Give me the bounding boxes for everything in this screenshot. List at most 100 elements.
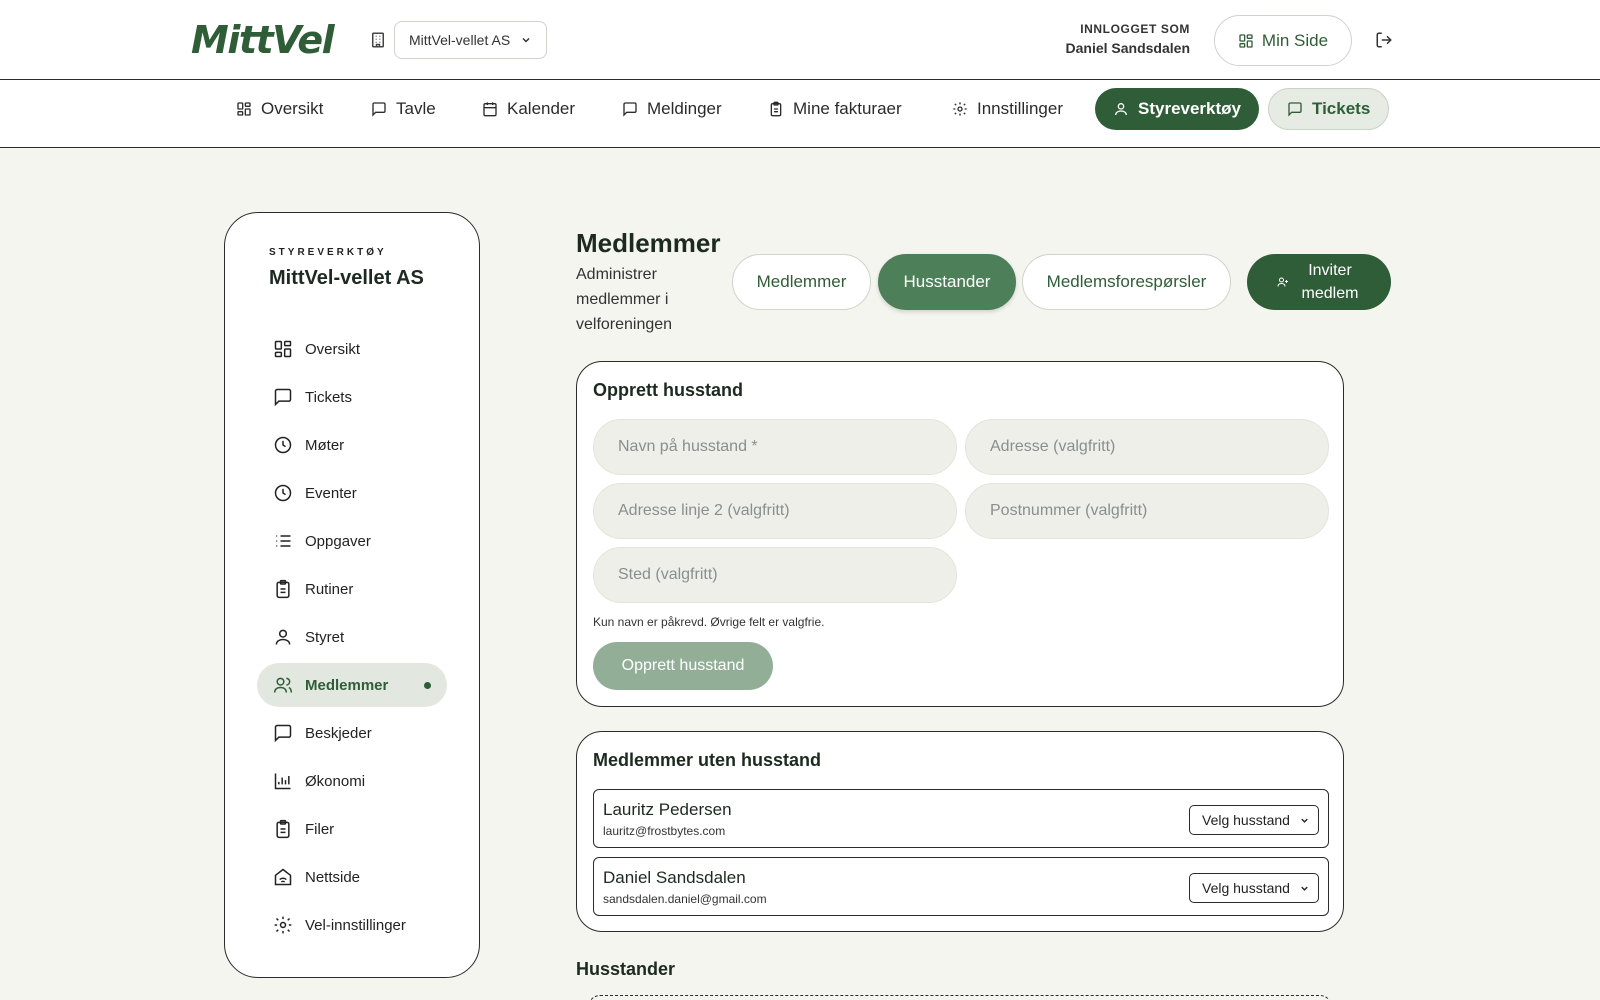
sidebar-item-oppgaver[interactable]: Oppgaver (257, 519, 447, 563)
grid-icon (273, 339, 293, 359)
nav-item-innstillinger[interactable]: Innstillinger (934, 88, 1081, 130)
nav-item-meldinger[interactable]: Meldinger (604, 88, 740, 130)
page-title: Medlemmer (576, 228, 721, 258)
building-icon (369, 31, 387, 49)
nav-item-mine-fakturaer[interactable]: Mine fakturaer (750, 88, 920, 130)
logout-icon[interactable] (1375, 31, 1393, 49)
tab-medlemmer[interactable]: Medlemmer (732, 254, 871, 310)
member-email: sandsdalen.daniel@gmail.com (603, 892, 767, 906)
min-side-button[interactable]: Min Side (1214, 15, 1352, 66)
household-select[interactable]: Velg husstand (1189, 805, 1319, 835)
postal-code-input[interactable] (965, 483, 1329, 539)
tab-husstander[interactable]: Husstander (878, 254, 1016, 310)
chat-icon (273, 723, 293, 743)
organization-select-value: MittVel-vellet AS (409, 32, 511, 48)
tab-label: Medlemsforespørsler (1046, 272, 1207, 291)
sidebar-item-vel-innstillinger[interactable]: Vel-innstillinger (257, 903, 447, 947)
list-item: Lauritz Pedersen lauritz@frostbytes.com … (593, 789, 1329, 848)
sidebar-item-medlemmer[interactable]: Medlemmer (257, 663, 447, 707)
grid-icon (236, 101, 252, 117)
clock-icon (273, 483, 293, 503)
member-name: Daniel Sandsdalen (603, 868, 746, 887)
main-navigation: Oversikt Tavle Kalender Meldinger Mine f… (0, 80, 1600, 148)
grid-icon (1238, 33, 1254, 49)
gear-icon (273, 915, 293, 935)
sidebar-item-label: Oversikt (305, 340, 361, 358)
user-icon (1113, 101, 1129, 117)
sidebar-item-label: Møter (305, 436, 345, 454)
create-household-title: Opprett husstand (593, 380, 744, 400)
sidebar-item-label: Medlemmer (305, 676, 389, 694)
logged-in-label: INNLOGGET SOM (1080, 22, 1190, 36)
sidebar-item-eventer[interactable]: Eventer (257, 471, 447, 515)
nav-item-label: Oversikt (261, 99, 324, 118)
clock-icon (273, 435, 293, 455)
invite-member-button[interactable]: Inviter medlem (1247, 254, 1391, 310)
gear-icon (952, 101, 968, 117)
nav-item-label: Tickets (1312, 99, 1371, 118)
sidebar-item-rutiner[interactable]: Rutiner (257, 567, 447, 611)
address-input[interactable] (965, 419, 1329, 475)
nav-item-styreverktoy[interactable]: Styreverktøy (1095, 88, 1260, 130)
page-subtitle: Administrer medlemmer i velforeningen (576, 266, 673, 333)
tab-medlemsforesporsler[interactable]: Medlemsforespørsler (1022, 254, 1231, 310)
tab-label: Husstander (903, 272, 991, 291)
nav-item-label: Meldinger (647, 99, 722, 118)
sidebar-title: MittVel-vellet AS (269, 267, 424, 289)
sidebar-item-label: Tickets (305, 388, 352, 406)
min-side-label: Min Side (1261, 30, 1329, 50)
sidebar-item-label: Filer (305, 820, 335, 838)
home-wifi-icon (273, 867, 293, 887)
user-icon (273, 627, 293, 647)
nav-item-label: Kalender (507, 99, 576, 118)
organization-select[interactable]: MittVel-vellet AS (394, 21, 547, 59)
nav-item-tavle[interactable]: Tavle (353, 88, 454, 130)
nav-item-label: Innstillinger (977, 99, 1063, 118)
city-input[interactable] (593, 547, 957, 603)
household-select[interactable]: Velg husstand (1189, 873, 1319, 903)
members-without-household-title: Medlemmer uten husstand (593, 750, 822, 770)
chat-icon (273, 387, 293, 407)
clipboard-icon (273, 579, 293, 599)
logo[interactable]: MittVel (191, 18, 335, 62)
create-household-card: Opprett husstand Kun navn er påkrevd. Øv… (576, 361, 1344, 707)
households-list-placeholder (588, 995, 1332, 1000)
sidebar-item-label: Økonomi (305, 772, 366, 790)
members-without-household-card: Medlemmer uten husstand Lauritz Pedersen… (576, 731, 1344, 932)
sidebar-item-label: Nettside (305, 868, 361, 886)
chevron-down-icon (520, 34, 532, 46)
sidebar-item-oversikt[interactable]: Oversikt (257, 327, 447, 371)
household-select-value: Velg husstand (1202, 812, 1290, 828)
sidebar-item-label: Eventer (305, 484, 357, 502)
sidebar-item-tickets[interactable]: Tickets (257, 375, 447, 419)
sidebar-item-label: Beskjeder (305, 724, 372, 742)
clipboard-icon (273, 819, 293, 839)
sidebar-item-styret[interactable]: Styret (257, 615, 447, 659)
nav-item-label: Mine fakturaer (793, 99, 902, 118)
bar-chart-icon (273, 771, 293, 791)
sidebar-item-moter[interactable]: Møter (257, 423, 447, 467)
sidebar-item-label: Rutiner (305, 580, 354, 598)
sidebar-item-label: Vel-innstillinger (305, 916, 406, 934)
user-plus-icon (1277, 276, 1289, 288)
nav-item-tickets[interactable]: Tickets (1268, 88, 1390, 130)
nav-item-label: Styreverktøy (1138, 99, 1242, 118)
sidebar-item-okonomi[interactable]: Økonomi (257, 759, 447, 803)
list-item: Daniel Sandsdalen sandsdalen.daniel@gmai… (593, 857, 1329, 916)
sidebar-item-filer[interactable]: Filer (257, 807, 447, 851)
member-email: lauritz@frostbytes.com (603, 824, 726, 838)
address-line2-input[interactable] (593, 483, 957, 539)
list-icon (273, 531, 293, 551)
calendar-icon (482, 101, 498, 117)
tab-label: Medlemmer (756, 272, 847, 291)
nav-item-kalender[interactable]: Kalender (464, 88, 593, 130)
household-name-input[interactable] (593, 419, 957, 475)
chat-icon (622, 101, 638, 117)
sidebar-item-nettside[interactable]: Nettside (257, 855, 447, 899)
invite-member-label: Inviter medlem (1301, 262, 1359, 302)
sidebar-item-beskjeder[interactable]: Beskjeder (257, 711, 447, 755)
clipboard-icon (768, 101, 784, 117)
sidebar-eyebrow: STYREVERKTØY (269, 247, 387, 258)
nav-item-oversikt[interactable]: Oversikt (218, 88, 341, 130)
create-household-button[interactable]: Opprett husstand (593, 642, 773, 690)
